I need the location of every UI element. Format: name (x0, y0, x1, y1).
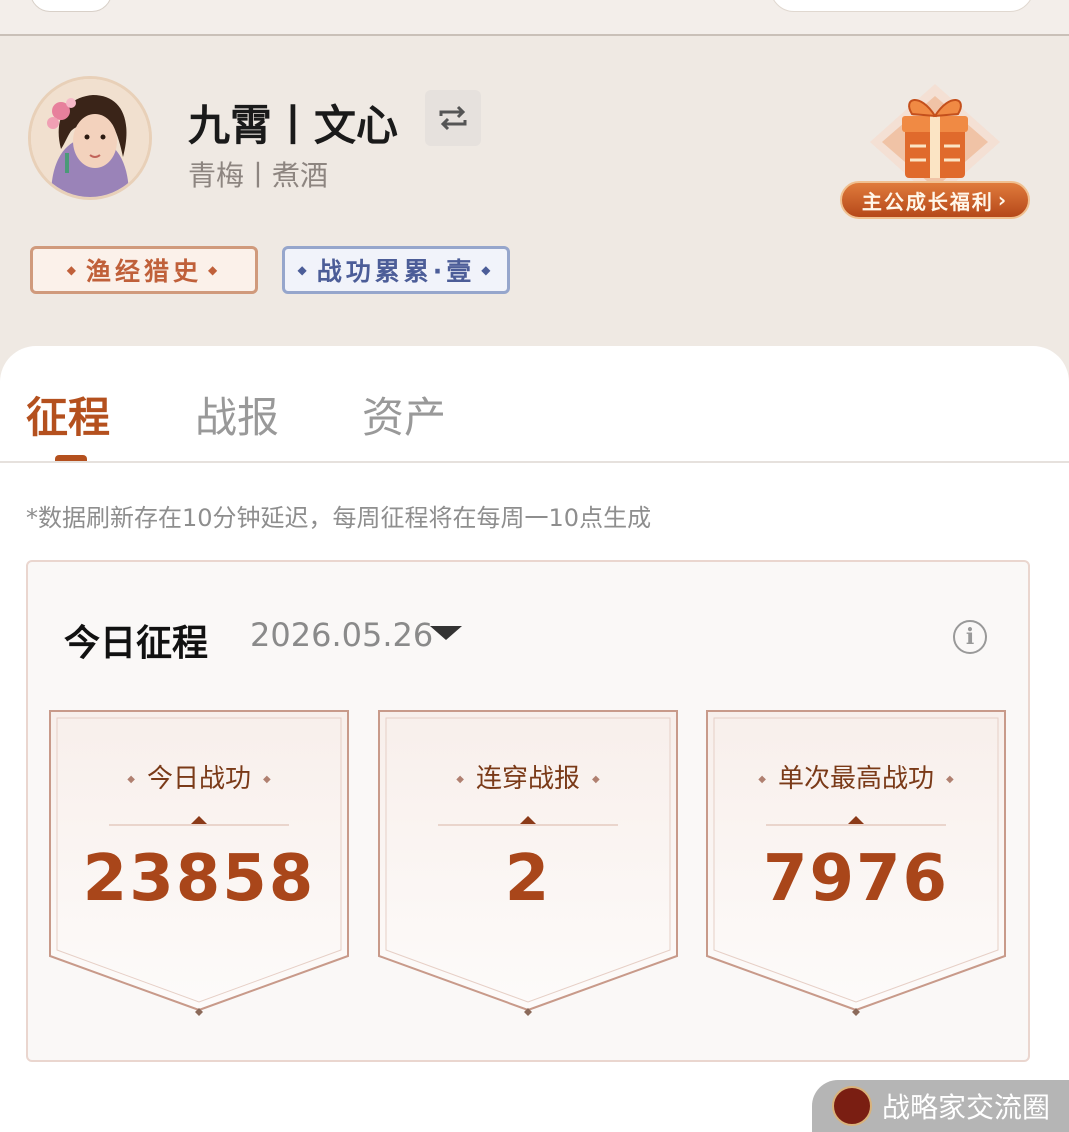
tab-journey[interactable]: 征程 (26, 384, 110, 445)
stat-max-single-merit: ◆ 单次最高战功 ◆ 7976 (706, 710, 1006, 1020)
title-badge-1[interactable]: ◆ 渔经猎史 ◆ (30, 246, 258, 294)
diamond-icon: ◆ (208, 263, 222, 277)
switch-account-button[interactable] (425, 90, 481, 146)
data-delay-notice: *数据刷新存在10分钟延迟，每周征程将在每周一10点生成 (26, 504, 652, 532)
top-search-pill[interactable] (770, 0, 1034, 12)
diamond-icon: ◆ (481, 263, 495, 277)
tab-divider (0, 461, 1069, 463)
top-bar (0, 0, 1069, 36)
back-button[interactable] (30, 0, 112, 12)
watermark-logo-icon (832, 1086, 872, 1126)
gift-label-text: 主公成长福利 (861, 189, 994, 214)
chevron-down-icon[interactable] (430, 626, 462, 640)
diamond-icon: ◆ (297, 263, 311, 277)
stat-value: 7976 (762, 842, 950, 916)
stat-value: 2 (504, 842, 552, 916)
chevron-right-icon: › (997, 188, 1009, 212)
info-icon[interactable]: i (953, 620, 987, 654)
watermark-text: 战略家交流圈 (882, 1091, 1051, 1124)
badge-label: 战功累累·壹 (316, 257, 476, 286)
diamond-icon: ◆ (66, 263, 80, 277)
title-badge-2[interactable]: ◆ 战功累累·壹 ◆ (282, 246, 510, 294)
stat-label: ◆ 单次最高战功 ◆ (758, 764, 954, 794)
stat-today-merit: ◆ 今日战功 ◆ 23858 (49, 710, 349, 1020)
stat-consecutive-reports: ◆ 连穿战报 ◆ 2 (378, 710, 678, 1020)
tab-assets[interactable]: 资产 (362, 384, 446, 445)
player-subtitle: 青梅丨煮酒 (188, 159, 329, 192)
card-title: 今日征程 (64, 623, 209, 664)
watermark: 战略家交流圈 (812, 1080, 1069, 1132)
stat-label: ◆ 连穿战报 ◆ (456, 764, 600, 794)
switch-icon (439, 105, 467, 131)
avatar-portrait-icon (31, 79, 149, 197)
stat-label: ◆ 今日战功 ◆ (127, 764, 271, 794)
date-selector[interactable]: 2026.05.26 (250, 616, 433, 654)
stat-value: 23858 (82, 842, 316, 916)
avatar[interactable] (28, 76, 152, 200)
player-name: 九霄丨文心 (188, 101, 399, 150)
growth-benefit-label[interactable]: 主公成长福利 › (840, 181, 1030, 219)
badge-label: 渔经猎史 (85, 257, 202, 286)
tab-battle-report[interactable]: 战报 (195, 384, 279, 445)
